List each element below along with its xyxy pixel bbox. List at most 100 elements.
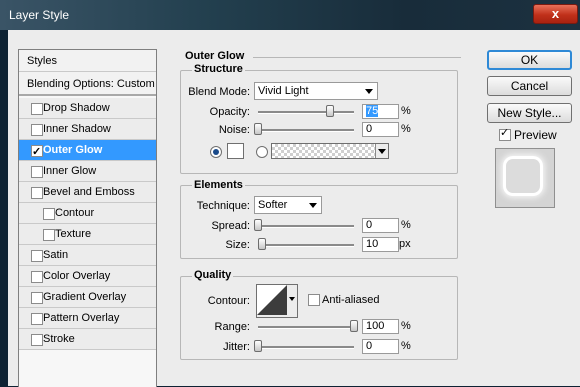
new-style-label: New Style... bbox=[497, 106, 562, 120]
preview-checkbox[interactable] bbox=[499, 126, 511, 141]
blend-mode-select[interactable]: Vivid Light bbox=[254, 82, 378, 100]
style-item-bevel-and-emboss[interactable]: Bevel and Emboss bbox=[19, 182, 156, 203]
style-item-label: Inner Shadow bbox=[43, 123, 111, 135]
solid-color-radio[interactable] bbox=[210, 146, 222, 158]
spread-label: Spread: bbox=[211, 220, 250, 232]
style-item-checkbox[interactable] bbox=[31, 187, 43, 199]
blend-mode-label: Blend Mode: bbox=[188, 86, 250, 98]
noise-slider-thumb[interactable] bbox=[254, 123, 262, 135]
style-item-inner-glow[interactable]: Inner Glow bbox=[19, 161, 156, 182]
contour-label: Contour: bbox=[207, 295, 250, 307]
jitter-slider-thumb[interactable] bbox=[254, 340, 262, 352]
jitter-value: 0 bbox=[366, 340, 373, 352]
contour-preview-icon bbox=[257, 285, 287, 315]
spread-input[interactable]: 0 bbox=[362, 218, 399, 233]
spread-slider-track[interactable] bbox=[258, 225, 354, 228]
style-item-color-overlay[interactable]: Color Overlay bbox=[19, 266, 156, 287]
close-icon: x bbox=[551, 6, 560, 21]
opacity-slider-track[interactable] bbox=[258, 111, 354, 114]
style-item-gradient-overlay[interactable]: Gradient Overlay bbox=[19, 287, 156, 308]
style-item-checkbox[interactable] bbox=[43, 208, 55, 220]
glow-color-swatch[interactable] bbox=[227, 143, 244, 159]
style-item-label: Outer Glow bbox=[43, 144, 103, 156]
title-bar[interactable]: Layer Style x bbox=[0, 0, 580, 30]
close-button[interactable]: x bbox=[533, 4, 578, 24]
style-preview-swatch bbox=[495, 148, 555, 208]
jitter-label: Jitter: bbox=[223, 341, 250, 353]
range-slider-track[interactable] bbox=[258, 326, 354, 329]
elements-heading: Elements bbox=[192, 179, 245, 191]
style-item-checkbox[interactable] bbox=[31, 166, 43, 178]
styles-header[interactable]: Styles bbox=[19, 50, 156, 72]
style-item-checkbox[interactable] bbox=[31, 124, 43, 136]
style-item-drop-shadow[interactable]: Drop Shadow bbox=[19, 98, 156, 119]
technique-select[interactable]: Softer bbox=[254, 196, 322, 214]
style-item-pattern-overlay[interactable]: Pattern Overlay bbox=[19, 308, 156, 329]
opacity-slider-thumb[interactable] bbox=[326, 105, 334, 117]
style-item-label: Inner Glow bbox=[43, 165, 97, 177]
jitter-slider-track[interactable] bbox=[258, 346, 354, 349]
contour-picker[interactable] bbox=[256, 284, 298, 318]
window-title: Layer Style bbox=[9, 8, 70, 22]
size-input[interactable]: 10 bbox=[362, 237, 399, 252]
range-slider-thumb[interactable] bbox=[350, 320, 358, 332]
range-unit: % bbox=[401, 320, 411, 332]
noise-unit: % bbox=[401, 123, 411, 135]
size-unit: px bbox=[399, 238, 411, 250]
opacity-unit: % bbox=[401, 105, 411, 117]
style-item-label: Texture bbox=[55, 228, 92, 240]
gradient-radio[interactable] bbox=[256, 146, 268, 158]
style-item-outer-glow[interactable]: Outer Glow bbox=[19, 140, 156, 163]
opacity-value: 75 bbox=[366, 105, 379, 117]
style-item-label: Drop Shadow bbox=[43, 102, 110, 114]
style-item-checkbox[interactable] bbox=[31, 250, 43, 262]
chevron-down-icon bbox=[378, 149, 386, 154]
technique-label: Technique: bbox=[196, 200, 250, 212]
cancel-label: Cancel bbox=[510, 79, 549, 93]
styles-list: Styles Blending Options: Custom Drop Sha… bbox=[18, 49, 157, 387]
jitter-unit: % bbox=[401, 340, 411, 352]
new-style-button[interactable]: New Style... bbox=[487, 103, 572, 123]
size-slider-track[interactable] bbox=[258, 244, 354, 247]
style-item-checkbox[interactable] bbox=[31, 292, 43, 304]
outer-glow-heading: Outer Glow bbox=[183, 50, 247, 62]
jitter-input[interactable]: 0 bbox=[362, 339, 399, 354]
style-item-checkbox[interactable] bbox=[31, 334, 43, 346]
noise-input[interactable]: 0 bbox=[362, 122, 399, 137]
size-value: 10 bbox=[366, 238, 379, 250]
style-item-inner-shadow[interactable]: Inner Shadow bbox=[19, 119, 156, 140]
cancel-button[interactable]: Cancel bbox=[487, 76, 572, 96]
gradient-picker[interactable] bbox=[271, 143, 389, 159]
chevron-down-icon bbox=[289, 297, 295, 301]
range-input[interactable]: 100 bbox=[362, 319, 399, 334]
style-item-label: Contour bbox=[55, 207, 95, 219]
style-item-satin[interactable]: Satin bbox=[19, 245, 156, 266]
chevron-down-icon bbox=[309, 203, 317, 208]
style-item-checkbox[interactable] bbox=[31, 271, 43, 283]
style-item-label: Stroke bbox=[43, 333, 75, 345]
styles-header-label: Styles bbox=[27, 55, 57, 67]
style-item-checkbox[interactable] bbox=[31, 142, 43, 163]
anti-aliased-label: Anti-aliased bbox=[322, 294, 380, 306]
blending-options-label: Blending Options: Custom bbox=[27, 78, 155, 90]
structure-heading: Structure bbox=[192, 63, 245, 75]
style-item-checkbox[interactable] bbox=[31, 313, 43, 325]
opacity-input[interactable]: 75 bbox=[362, 104, 399, 119]
outer-glow-title: Outer Glow bbox=[183, 50, 463, 62]
style-item-checkbox[interactable] bbox=[31, 103, 43, 115]
style-item-label: Pattern Overlay bbox=[43, 312, 120, 324]
ok-label: OK bbox=[520, 53, 539, 67]
style-item-checkbox[interactable] bbox=[43, 229, 55, 241]
style-item-label: Satin bbox=[43, 249, 69, 261]
quality-heading: Quality bbox=[192, 269, 234, 281]
style-item-stroke[interactable]: Stroke bbox=[19, 329, 156, 350]
anti-aliased-checkbox[interactable] bbox=[308, 294, 320, 306]
size-slider-thumb[interactable] bbox=[257, 238, 266, 250]
style-item-contour[interactable]: Contour bbox=[19, 203, 156, 224]
ok-button[interactable]: OK bbox=[487, 50, 572, 70]
noise-slider-track[interactable] bbox=[258, 129, 354, 132]
spread-slider-thumb[interactable] bbox=[254, 219, 262, 231]
style-item-label: Bevel and Emboss bbox=[43, 186, 135, 198]
blending-options[interactable]: Blending Options: Custom bbox=[19, 72, 156, 96]
style-item-texture[interactable]: Texture bbox=[19, 224, 156, 245]
